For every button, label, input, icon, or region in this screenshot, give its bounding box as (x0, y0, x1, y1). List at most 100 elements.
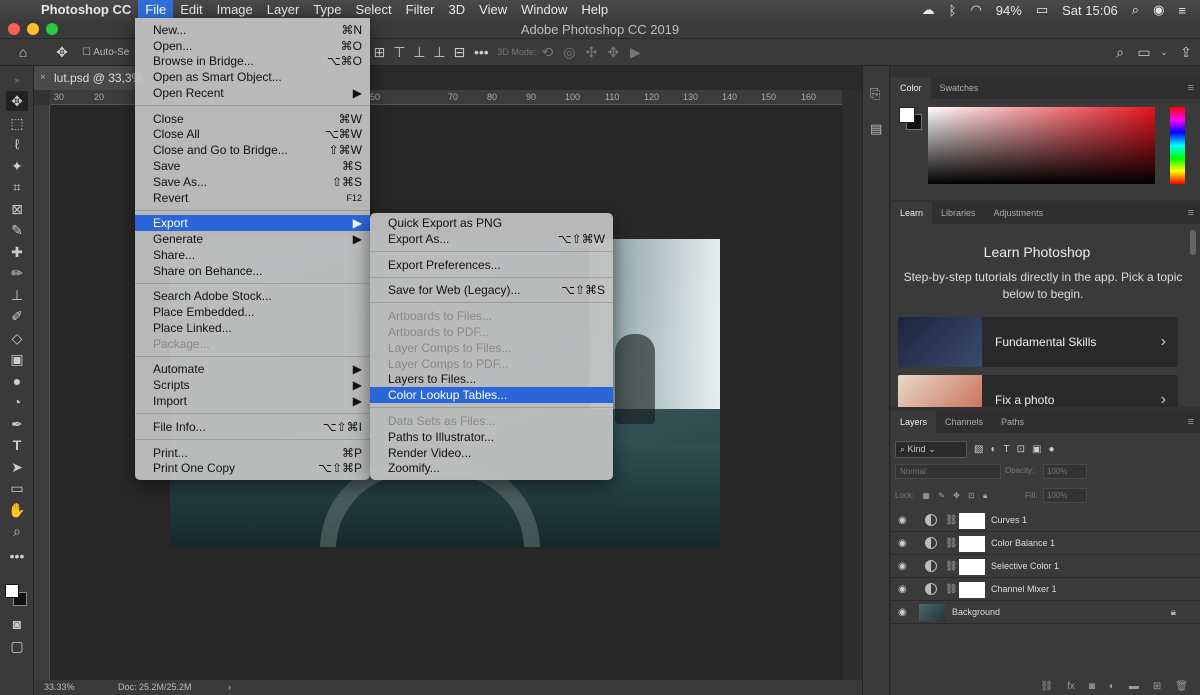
fx-icon[interactable]: fx (1067, 681, 1075, 692)
3d-roll-icon[interactable]: ◎ (558, 39, 580, 66)
opacity-field[interactable]: 100% (1043, 464, 1087, 479)
menu-item-paths-to-illustrator[interactable]: Paths to Illustrator... (370, 429, 613, 445)
menu-item-share-on-behance[interactable]: Share on Behance... (135, 263, 370, 279)
menu-file[interactable]: File (138, 0, 174, 20)
layer-row-selective-color[interactable]: ◉ ⛓ Selective Color 1 (891, 555, 1200, 578)
layer-mask-thumbnail[interactable] (959, 582, 985, 598)
align-bottom-icon[interactable]: ⊥ (429, 39, 449, 66)
tab-adjustments[interactable]: Adjustments (985, 202, 1053, 224)
menu-item-browse-in-bridge[interactable]: Browse in Bridge... ⌥⌘O (135, 53, 370, 69)
lock-pixels-icon[interactable]: ▦ (922, 491, 930, 500)
menu-item-export-preferences[interactable]: Export Preferences... (370, 257, 613, 273)
tab-libraries[interactable]: Libraries (932, 202, 985, 224)
filter-type-icon[interactable]: T (1004, 444, 1010, 455)
dodge-tool-icon[interactable]: ◔ (6, 392, 28, 412)
lock-paint-icon[interactable]: ✎ (938, 491, 945, 500)
layer-mask-thumbnail[interactable] (959, 559, 985, 575)
menu-item-generate[interactable]: Generate ▶ (135, 231, 370, 247)
tab-layers[interactable]: Layers (891, 411, 937, 433)
link-layers-icon[interactable]: ⛓ (1040, 681, 1053, 692)
menu-item-new[interactable]: New... ⌘N (135, 22, 370, 38)
align-middle-icon[interactable]: ⊥ (409, 39, 429, 66)
new-layer-icon[interactable]: ⊞ (1153, 681, 1161, 692)
menu-item-open[interactable]: Open... ⌘O (135, 38, 370, 54)
layer-mask-thumbnail[interactable] (959, 513, 985, 529)
document-tab[interactable]: × lut.psd @ 33,3% ( (34, 66, 144, 90)
menu-edit[interactable]: Edit (173, 0, 209, 20)
distribute-icon[interactable]: ⊟ (449, 39, 469, 66)
home-icon[interactable]: ⌂ (0, 39, 46, 66)
fill-field[interactable]: 100% (1043, 488, 1087, 503)
layer-row-color-balance[interactable]: ◉ ⛓ Color Balance 1 (891, 532, 1200, 555)
menu-image[interactable]: Image (210, 0, 260, 20)
foreground-color-swatch[interactable] (899, 107, 915, 123)
panel-menu-icon[interactable]: ≡ (1188, 411, 1194, 433)
menu-item-zoomify[interactable]: Zoomify... (370, 460, 613, 476)
auto-select-checkbox[interactable]: ☐ Auto-Se (82, 47, 129, 58)
menu-item-color-lookup-tables[interactable]: Color Lookup Tables... (370, 387, 613, 403)
eye-icon[interactable]: ◉ (898, 532, 907, 555)
menu-item-close[interactable]: Close ⌘W (135, 111, 370, 127)
tab-learn[interactable]: Learn (891, 202, 933, 224)
eye-icon[interactable]: ◉ (898, 601, 907, 624)
filter-shape-icon[interactable]: ⊡ (1017, 444, 1025, 455)
close-tab-icon[interactable]: × (40, 66, 46, 90)
menu-filter[interactable]: Filter (399, 0, 442, 20)
layer-name[interactable]: Selective Color 1 (991, 555, 1059, 578)
canvas-vertical-scrollbar[interactable] (842, 90, 862, 680)
blur-tool-icon[interactable]: ● (6, 371, 28, 391)
zoom-tool-icon[interactable]: ⌕ (6, 521, 28, 541)
lock-all-icon[interactable]: 🔒︎ (983, 491, 987, 500)
chain-link-icon[interactable]: ⛓ (945, 555, 958, 578)
eye-icon[interactable]: ◉ (898, 509, 907, 532)
layer-name[interactable]: Background (952, 601, 1000, 624)
screen-mode-icon[interactable]: ▢ (6, 636, 28, 656)
menu-window[interactable]: Window (514, 0, 574, 20)
layer-mask-thumbnail[interactable] (959, 536, 985, 552)
magic-wand-tool-icon[interactable]: ✦ (6, 156, 28, 176)
menu-item-place-linked[interactable]: Place Linked... (135, 320, 370, 336)
layer-name[interactable]: Channel Mixer 1 (991, 578, 1057, 601)
hand-tool-icon[interactable]: ✋ (6, 500, 28, 520)
menu-type[interactable]: Type (306, 0, 348, 20)
gradient-tool-icon[interactable]: ▣ (6, 349, 28, 369)
properties-panel-icon[interactable]: ▤ (870, 121, 882, 137)
tab-paths[interactable]: Paths (992, 411, 1033, 433)
lock-position-icon[interactable]: ✥ (953, 491, 960, 500)
menu-item-place-embedded[interactable]: Place Embedded... (135, 304, 370, 320)
tab-color[interactable]: Color (891, 77, 931, 99)
tab-channels[interactable]: Channels (936, 411, 992, 433)
color-picker-field[interactable] (928, 107, 1155, 184)
layer-name[interactable]: Curves 1 (991, 509, 1027, 532)
3d-camera-icon[interactable]: ▶ (624, 39, 646, 66)
eye-icon[interactable]: ◉ (898, 578, 907, 601)
toolbox-collapse-icon[interactable]: » (6, 70, 28, 90)
menu-item-scripts[interactable]: Scripts ▶ (135, 377, 370, 393)
menu-item-layers-to-files[interactable]: Layers to Files... (370, 371, 613, 387)
edit-toolbar-icon[interactable]: ••• (6, 546, 28, 566)
menu-view[interactable]: View (472, 0, 514, 20)
workspace-icon[interactable]: ▭ (1132, 39, 1156, 66)
brush-tool-icon[interactable]: ✏ (6, 263, 28, 283)
layer-name[interactable]: Color Balance 1 (991, 532, 1055, 555)
panel-menu-icon[interactable]: ≡ (1188, 77, 1194, 99)
menu-item-save-as[interactable]: Save As... ⇧⌘S (135, 174, 370, 190)
layer-row-curves[interactable]: ◉ ⛓ Curves 1 (891, 509, 1200, 532)
status-menu-chevron-icon[interactable]: › (228, 682, 231, 692)
lasso-tool-icon[interactable]: ℓ (6, 134, 28, 154)
menu-item-render-video[interactable]: Render Video... (370, 445, 613, 461)
spotlight-icon[interactable]: ⌕ (1132, 2, 1139, 18)
chain-link-icon[interactable]: ⛓ (945, 578, 958, 601)
siri-icon[interactable]: ◉ (1153, 2, 1164, 18)
menu-item-search-adobe-stock[interactable]: Search Adobe Stock... (135, 288, 370, 304)
add-mask-icon[interactable]: ◙ (1089, 681, 1095, 692)
filter-pixel-icon[interactable]: ▨ (974, 444, 983, 455)
menu-layer[interactable]: Layer (260, 0, 307, 20)
bluetooth-icon[interactable]: ᛒ (949, 3, 957, 18)
frame-tool-icon[interactable]: ⊠ (6, 199, 28, 219)
menu-item-print-one-copy[interactable]: Print One Copy ⌥⇧⌘P (135, 460, 370, 476)
share-icon[interactable]: ⇪ (1172, 39, 1200, 66)
menu-item-import[interactable]: Import ▶ (135, 393, 370, 409)
new-group-icon[interactable]: ▬ (1129, 681, 1139, 692)
new-adjustment-icon[interactable]: ◐ (1109, 681, 1115, 692)
